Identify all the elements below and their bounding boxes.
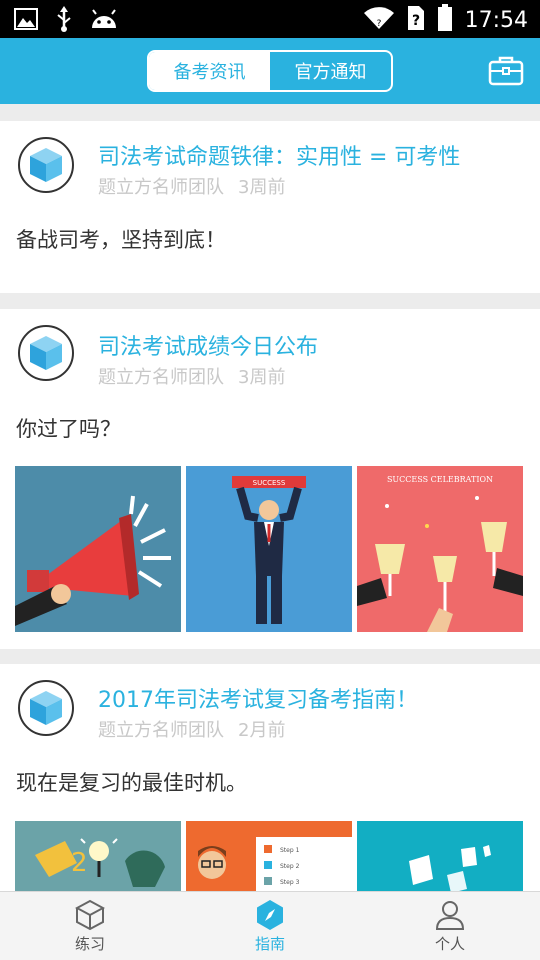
tab-official-notice[interactable]: 官方通知 (270, 52, 391, 90)
tab-exam-news[interactable]: 备考资讯 (149, 52, 270, 90)
news-meta: 题立方名师团队 3周前 (98, 173, 285, 199)
news-title[interactable]: 司法考试命题铁律：实用性 = 可考性 (98, 139, 460, 171)
news-title[interactable]: 司法考试成绩今日公布 (98, 329, 318, 361)
avatar (18, 325, 74, 381)
wifi-icon: ? (363, 6, 395, 34)
nav-practice[interactable]: 练习 (30, 892, 150, 960)
news-card[interactable]: 2017年司法考试复习备考指南！ 题立方名师团队 2月前 现在是复习的最佳时机。 … (0, 664, 540, 891)
avatar (18, 137, 74, 193)
step-label: Step 2 (280, 863, 300, 870)
news-author: 题立方名师团队 (98, 367, 224, 388)
news-time: 3周前 (238, 177, 286, 198)
svg-text:?: ? (412, 13, 420, 29)
news-feed[interactable]: 司法考试命题铁律：实用性 = 可考性 题立方名师团队 3周前 备战司考，坚持到底！… (0, 104, 540, 891)
svg-text:2: 2 (71, 848, 88, 878)
news-author: 题立方名师团队 (98, 177, 224, 198)
news-body: 备战司考，坚持到底！ (16, 228, 226, 252)
nav-label: 个人 (434, 935, 465, 953)
avatar (18, 680, 74, 736)
presentation-image[interactable]: Step 1 Step 2 Step 3 (186, 821, 352, 891)
success-man-image[interactable]: SUCCESS (186, 466, 352, 632)
briefcase-icon[interactable] (488, 55, 524, 91)
lightbulb-image[interactable]: 2 (15, 821, 181, 891)
news-time: 2月前 (238, 720, 286, 741)
news-body: 你过了吗？ (16, 417, 121, 441)
news-meta: 题立方名师团队 2月前 (98, 716, 285, 742)
app-header: 备考资讯 官方通知 (0, 38, 540, 104)
celebration-image[interactable]: SUCCESS CELEBRATION (357, 466, 523, 632)
segmented-tabs: 备考资讯 官方通知 (147, 50, 393, 92)
news-card[interactable]: 司法考试命题铁律：实用性 = 可考性 题立方名师团队 3周前 备战司考，坚持到底！ (0, 121, 540, 293)
nav-personal[interactable]: 个人 (390, 892, 510, 960)
sim-icon: ? (407, 5, 425, 35)
cube-icon (74, 899, 106, 931)
news-author: 题立方名师团队 (98, 720, 224, 741)
nav-guide[interactable]: 指南 (210, 892, 330, 960)
person-icon (435, 899, 465, 931)
compass-icon (255, 899, 285, 931)
battery-icon (437, 4, 453, 36)
celebration-text: SUCCESS CELEBRATION (387, 475, 493, 484)
news-time: 3周前 (238, 367, 286, 388)
news-body: 现在是复习的最佳时机。 (16, 771, 247, 795)
megaphone-image[interactable] (15, 466, 181, 632)
news-card[interactable]: 司法考试成绩今日公布 题立方名师团队 3周前 你过了吗？ SUCCESS SUC… (0, 309, 540, 649)
success-banner-text: SUCCESS (253, 479, 286, 487)
papers-image[interactable] (357, 821, 523, 891)
android-icon (90, 9, 118, 33)
news-meta: 题立方名师团队 3周前 (98, 363, 285, 389)
nav-label: 练习 (74, 935, 105, 953)
usb-icon (56, 6, 72, 36)
svg-text:?: ? (376, 19, 381, 29)
news-title[interactable]: 2017年司法考试复习备考指南！ (98, 682, 418, 714)
step-label: Step 1 (280, 847, 300, 854)
nav-label: 指南 (254, 935, 285, 953)
status-bar: ? ? 17:54 (0, 0, 540, 38)
image-notification-icon (14, 8, 38, 34)
clock: 17:54 (464, 7, 528, 33)
step-label: Step 3 (280, 879, 300, 886)
bottom-navigation: 练习 指南 个人 (0, 891, 540, 960)
